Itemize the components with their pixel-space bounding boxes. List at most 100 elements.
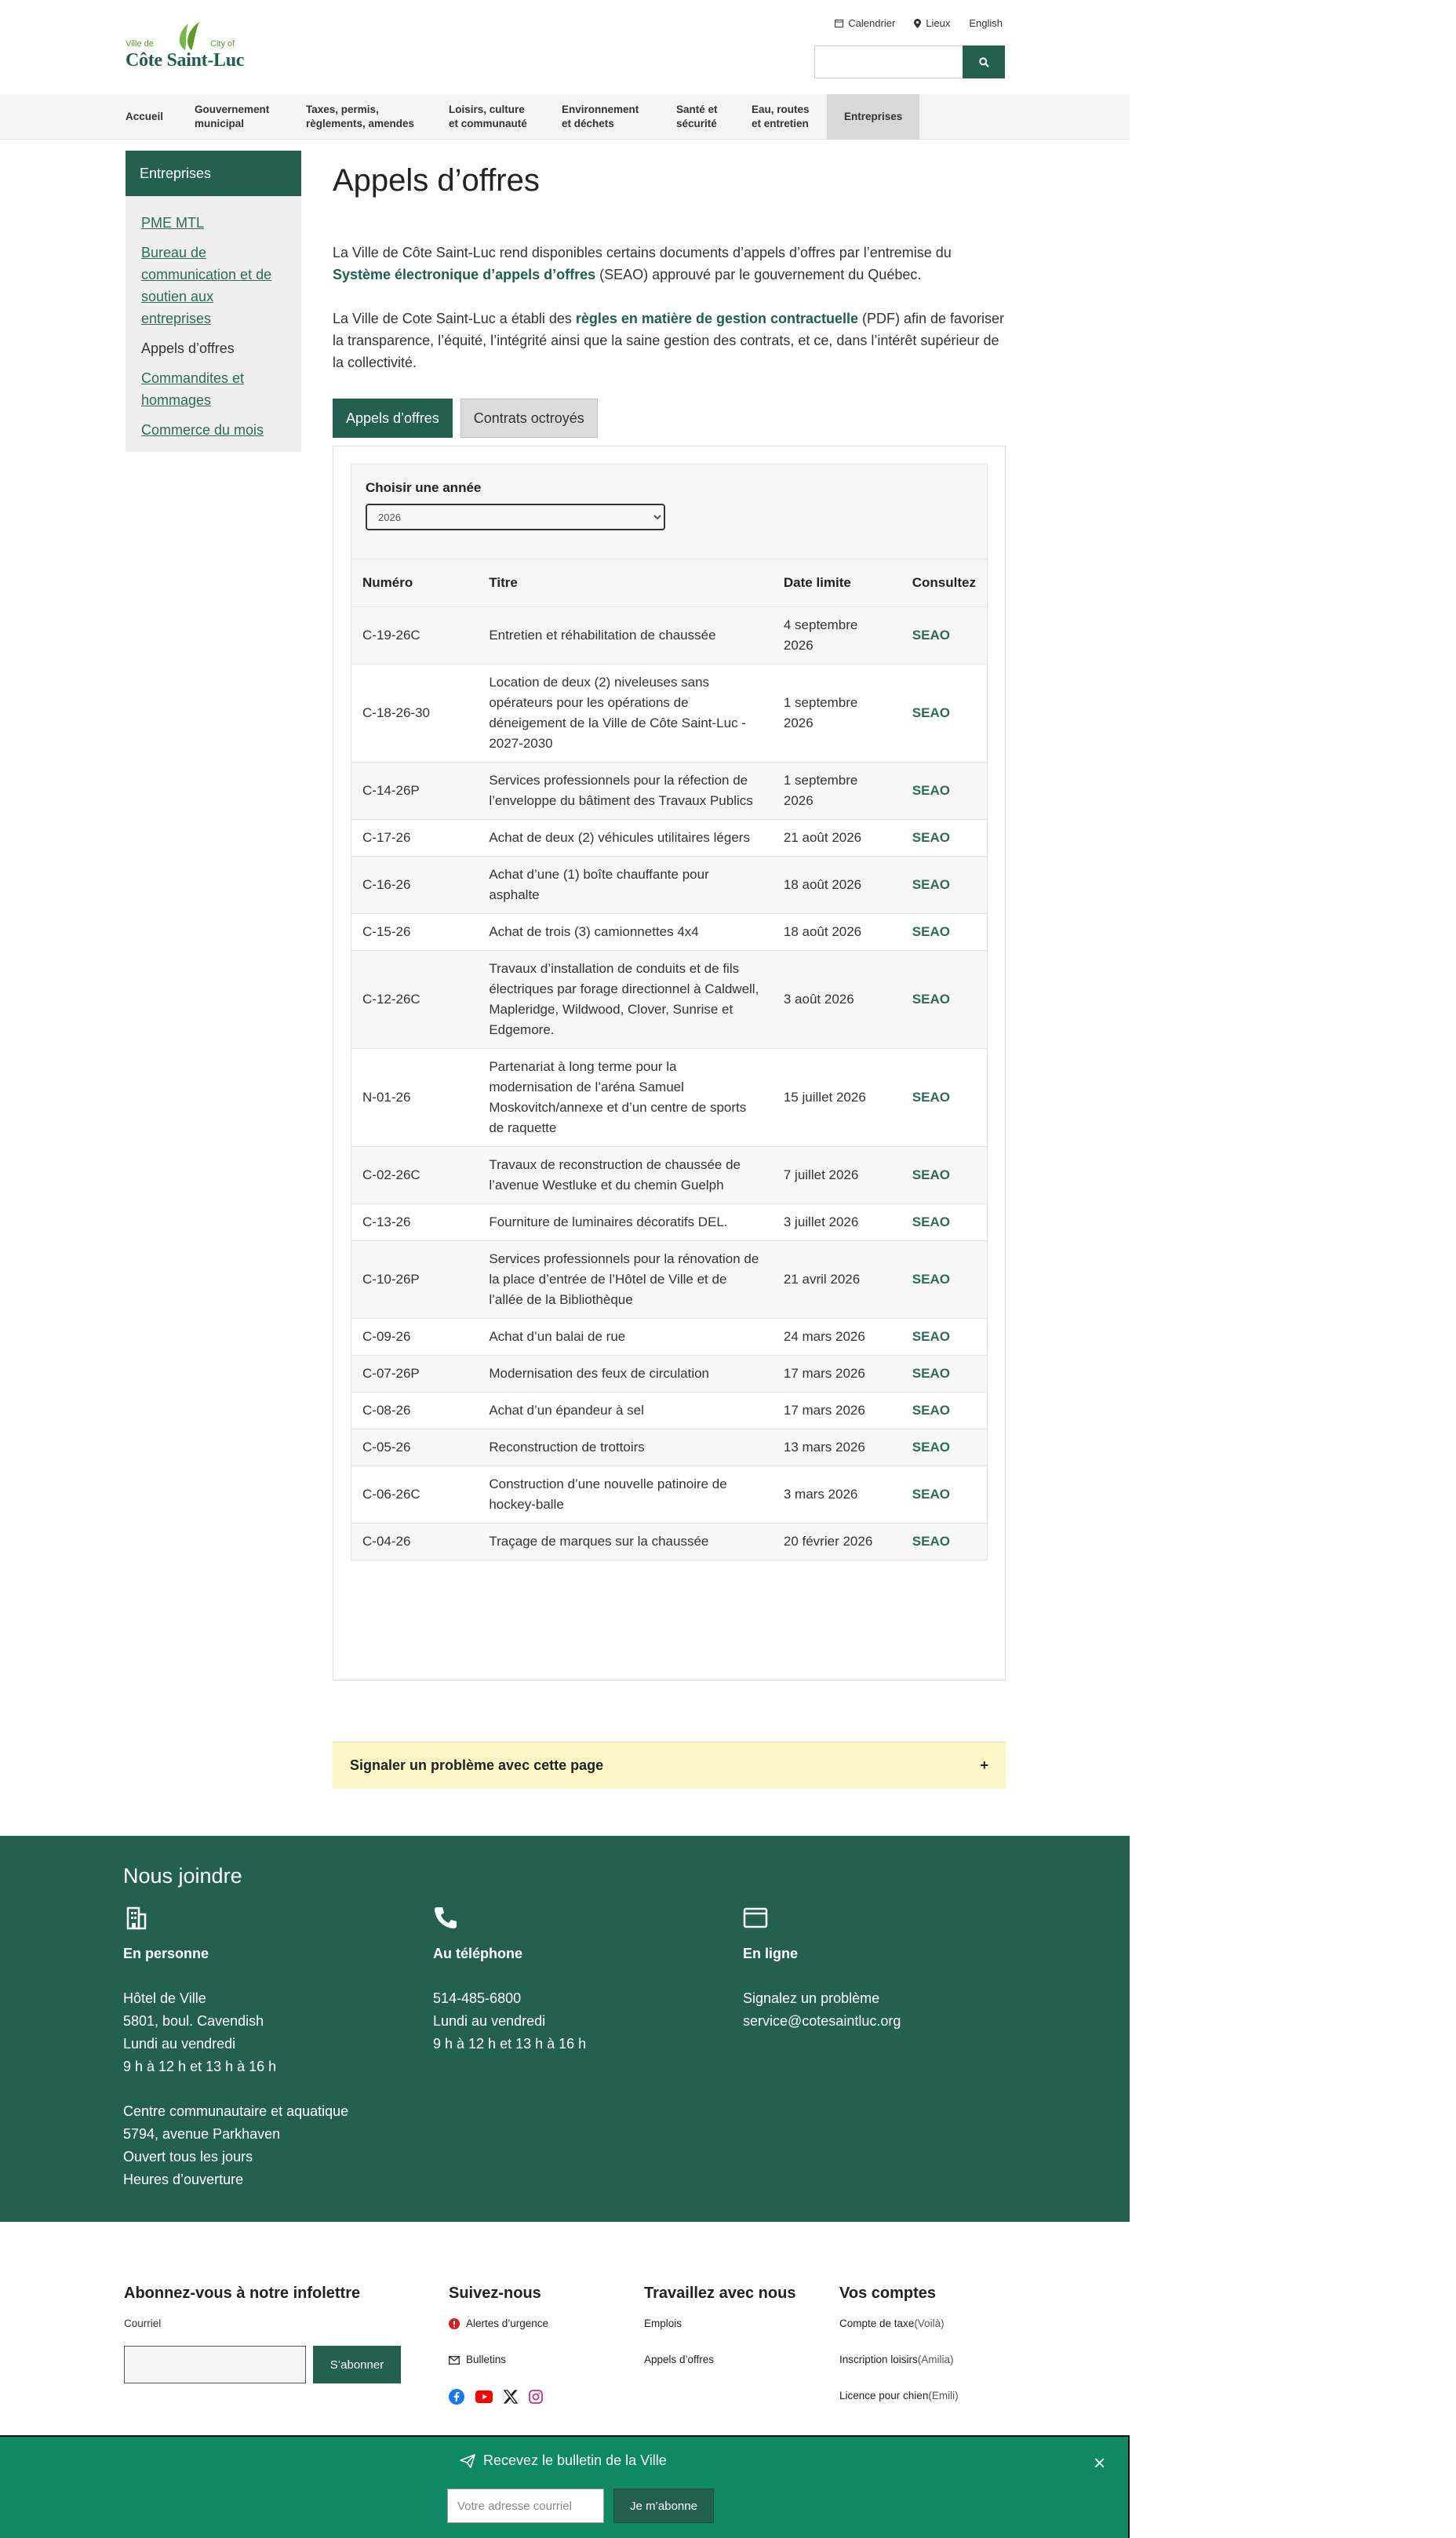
cell-titre: Location de deux (2) niveleuses sans opé… xyxy=(478,664,773,763)
paper-plane-icon xyxy=(460,2453,475,2468)
nav-item-taxes[interactable]: Taxes, permis, règlements, amendes xyxy=(304,94,416,140)
sidebar-item-commandites[interactable]: Commandites et hommages xyxy=(141,367,286,411)
emergency-alerts-link[interactable]: Alertes d’urgence xyxy=(466,2317,548,2331)
cell-numero: C-16-26 xyxy=(351,856,479,914)
aquatic-center-label: Centre communautaire et aquatique xyxy=(123,2103,349,2119)
opening-hours-link[interactable]: Heures d’ouverture xyxy=(123,2172,243,2187)
facebook-icon[interactable] xyxy=(449,2389,464,2405)
phone-number-link[interactable]: 514-485-6800 xyxy=(433,1990,521,2006)
seao-row-link[interactable]: SEAO xyxy=(912,1440,950,1455)
seao-row-link[interactable]: SEAO xyxy=(912,1090,950,1105)
nav-item-entreprises[interactable]: Entreprises xyxy=(827,94,920,140)
newsletter-subscribe-button[interactable]: S’abonner xyxy=(313,2346,401,2383)
newsletter-email-input[interactable] xyxy=(124,2346,306,2383)
calendar-link[interactable]: Calendrier xyxy=(835,17,895,29)
nav-item-environnement[interactable]: Environnement et déchets xyxy=(560,94,640,140)
nav-item-sante[interactable]: Santé et sécurité xyxy=(675,94,719,140)
instagram-icon[interactable] xyxy=(529,2390,543,2404)
sidebar-item-pme-mtl[interactable]: PME MTL xyxy=(141,212,286,234)
aquatic-center-address-link[interactable]: 5794, avenue Parkhaven xyxy=(123,2126,280,2142)
seao-row-link[interactable]: SEAO xyxy=(912,1366,950,1381)
tab-appels-offres[interactable]: Appels d’offres xyxy=(333,399,453,438)
year-select[interactable]: 2026 xyxy=(366,504,665,530)
table-row: C-17-26 Achat de deux (2) véhicules utili… xyxy=(351,819,988,857)
seao-row-link[interactable]: SEAO xyxy=(912,1534,950,1549)
seao-row-link[interactable]: SEAO xyxy=(912,783,950,798)
nav-item-loisirs[interactable]: Loisirs, culture et communauté xyxy=(447,94,529,140)
table-row: C-02-26C Travaux de reconstruction de cha… xyxy=(351,1146,988,1204)
cell-date: 24 mars 2026 xyxy=(772,1318,901,1356)
cell-numero: C-02-26C xyxy=(351,1146,479,1204)
cell-date: 21 août 2026 xyxy=(772,819,901,857)
rules-link[interactable]: règles en matière de gestion contractuel… xyxy=(576,311,858,326)
service-email-link[interactable]: service@cotesaintluc.org xyxy=(743,2013,901,2029)
seao-row-link[interactable]: SEAO xyxy=(912,1214,950,1229)
youtube-icon[interactable] xyxy=(475,2391,493,2403)
site-logo[interactable]: Ville de City of Côte Saint-Luc xyxy=(124,20,249,75)
close-icon[interactable]: × xyxy=(1094,2451,1105,2475)
footer-tenders-link[interactable]: Appels d’offres xyxy=(644,2353,714,2367)
seao-row-link[interactable]: SEAO xyxy=(912,705,950,720)
search-input[interactable] xyxy=(814,46,963,78)
sidebar: PME MTL Bureau de communication et de so… xyxy=(126,196,301,452)
x-twitter-icon[interactable] xyxy=(504,2390,518,2404)
seao-row-link[interactable]: SEAO xyxy=(912,992,950,1007)
cell-titre: Achat d’une (1) boîte chauffante pour as… xyxy=(478,856,773,914)
city-hall-address-link[interactable]: 5801, boul. Cavendish xyxy=(123,2013,264,2029)
banner-email-input[interactable]: Votre adresse courriel xyxy=(447,2489,604,2523)
envelope-icon xyxy=(449,2355,460,2365)
city-hall-hours: 9 h à 12 h et 13 h à 16 h xyxy=(123,2059,277,2074)
cell-numero: C-05-26 xyxy=(351,1429,479,1466)
cell-consultez: SEAO xyxy=(901,1429,988,1466)
seao-row-link[interactable]: SEAO xyxy=(912,1329,950,1344)
nav-item-accueil[interactable]: Accueil xyxy=(124,94,165,140)
seao-row-link[interactable]: SEAO xyxy=(912,1167,950,1182)
seao-row-link[interactable]: SEAO xyxy=(912,1487,950,1502)
language-link[interactable]: English xyxy=(969,17,1003,29)
cell-consultez: SEAO xyxy=(901,913,988,951)
cell-consultez: SEAO xyxy=(901,1355,988,1393)
utility-nav: Calendrier Lieux English xyxy=(835,17,1003,29)
sidebar-title[interactable]: Entreprises xyxy=(126,151,301,196)
seao-row-link[interactable]: SEAO xyxy=(912,924,950,939)
tab-contrats-octroyes[interactable]: Contrats octroyés xyxy=(460,399,598,438)
table-row: C-10-26P Services professionnels pour la … xyxy=(351,1240,988,1319)
cell-numero: C-09-26 xyxy=(351,1318,479,1356)
nav-item-eau[interactable]: Eau, routes et entretien xyxy=(750,94,811,140)
nav-item-gouvernement[interactable]: Gouvernement municipal xyxy=(193,94,271,140)
tax-account-link[interactable]: Compte de taxe xyxy=(839,2317,914,2331)
cell-titre: Travaux de reconstruction de chaussée de… xyxy=(478,1146,773,1204)
logo-name: Côte Saint-Luc xyxy=(126,50,245,71)
dog-license-link[interactable]: Licence pour chien xyxy=(839,2389,928,2403)
search-button[interactable] xyxy=(963,46,1005,78)
in-person-heading: En personne xyxy=(123,1946,209,1961)
leisure-registration-link[interactable]: Inscription loisirs xyxy=(839,2353,918,2367)
seao-row-link[interactable]: SEAO xyxy=(912,877,950,892)
banner-subscribe-button[interactable]: Je m’abonne xyxy=(613,2489,714,2523)
table-row: C-06-26C Construction d’une nouvelle pati… xyxy=(351,1466,988,1524)
bulletins-link[interactable]: Bulletins xyxy=(466,2353,506,2367)
table-row: C-05-26 Reconstruction de trottoirs 13 mar… xyxy=(351,1429,988,1466)
newsletter-heading: Abonnez-vous à notre infolettre xyxy=(124,2285,361,2302)
cell-numero: C-14-26P xyxy=(351,762,479,820)
cell-numero: C-04-26 xyxy=(351,1523,479,1560)
seao-row-link[interactable]: SEAO xyxy=(912,830,950,845)
sidebar-item-bureau[interactable]: Bureau de communication et de soutien au… xyxy=(141,242,286,330)
col-titre: Titre xyxy=(478,559,773,607)
report-problem-link[interactable]: Signalez un problème xyxy=(743,1990,879,2006)
cell-titre: Entretien et réhabilitation de chaussée xyxy=(478,606,773,665)
rules-text: La Ville de Cote Saint-Luc a établi des xyxy=(333,311,576,326)
seao-row-link[interactable]: SEAO xyxy=(912,1403,950,1418)
seao-row-link[interactable]: SEAO xyxy=(912,1272,950,1287)
cell-titre: Achat d’un balai de rue xyxy=(478,1318,773,1356)
places-link[interactable]: Lieux xyxy=(914,17,950,29)
places-label: Lieux xyxy=(926,17,951,29)
sidebar-item-commerce[interactable]: Commerce du mois xyxy=(141,419,286,441)
cell-date: 21 avril 2026 xyxy=(772,1240,901,1319)
jobs-link[interactable]: Emplois xyxy=(644,2317,682,2331)
seao-row-link[interactable]: SEAO xyxy=(912,628,950,643)
report-problem-toggle[interactable]: Signaler un problème avec cette page + xyxy=(333,1742,1006,1789)
year-filter-label: Choisir une année xyxy=(366,480,482,495)
seao-link[interactable]: Système électronique d’appels d’offres xyxy=(333,267,595,282)
table-row: C-16-26 Achat d’une (1) boîte chauffante … xyxy=(351,856,988,914)
